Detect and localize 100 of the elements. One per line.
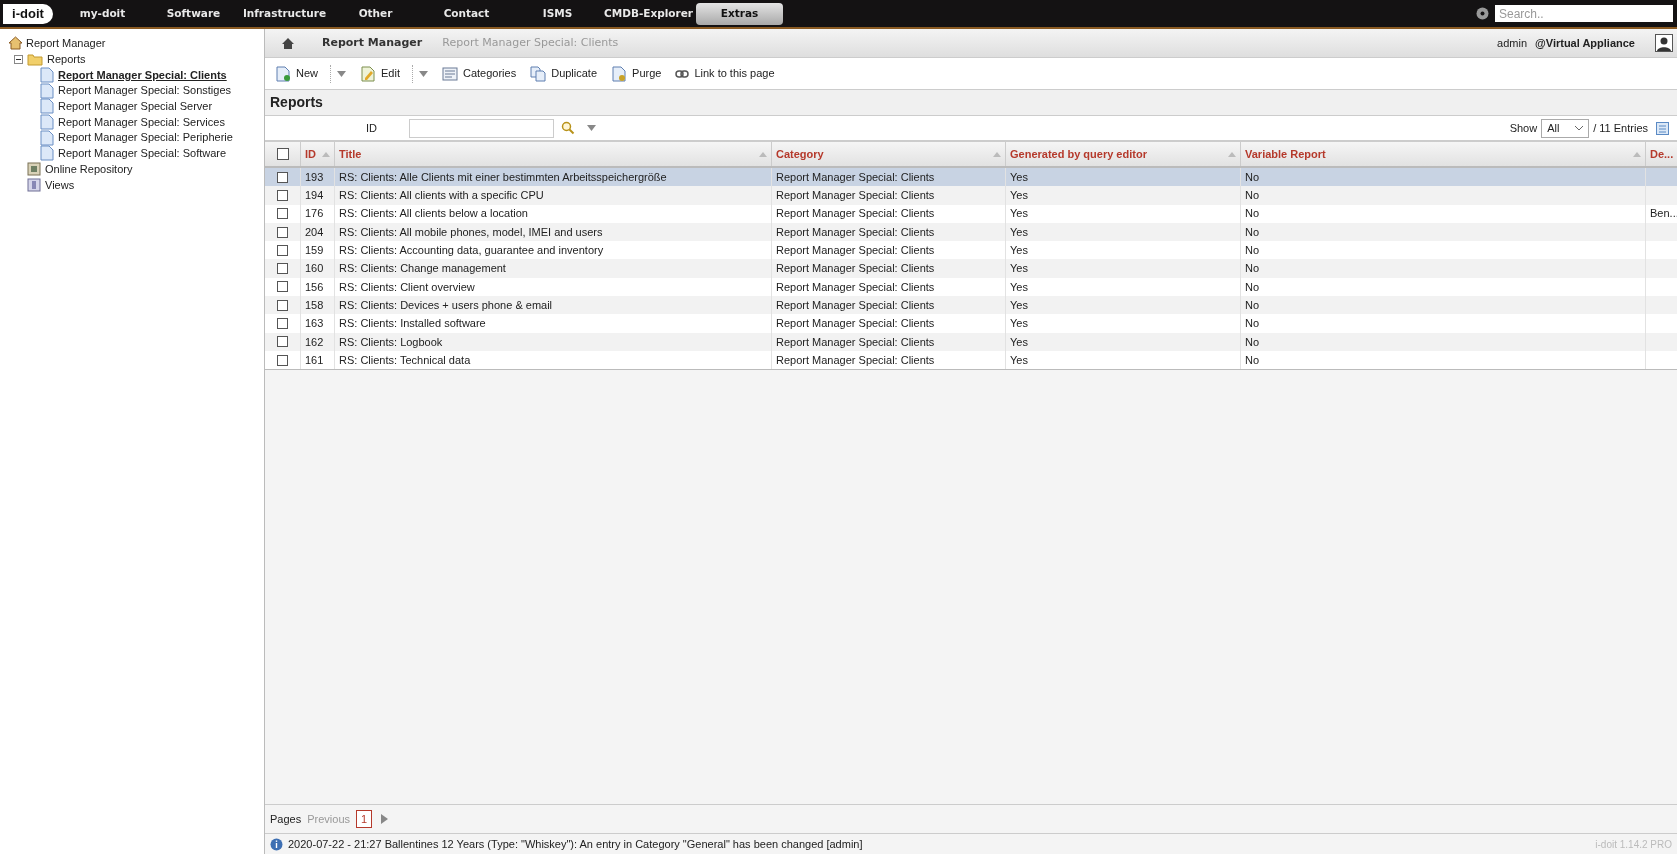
table-cell-text: RS: Clients: Logbook bbox=[339, 334, 443, 350]
purge-document-icon bbox=[611, 65, 628, 82]
table-cell-text: RS: Clients: Installed software bbox=[339, 316, 486, 332]
row-checkbox[interactable] bbox=[277, 189, 288, 201]
table-cell-text: RS: Clients: Change management bbox=[339, 261, 506, 277]
toolbar-button[interactable]: Categories bbox=[442, 65, 517, 82]
page-size-select[interactable]: All bbox=[1541, 118, 1590, 138]
table-row[interactable]: 158 RS: Clients: Devices + users phone & email Report Manager Special: Clients Yes No bbox=[265, 296, 1677, 315]
tree-item[interactable]: Report Manager Special: Clients bbox=[58, 66, 227, 84]
tree-item[interactable]: Online Repository bbox=[45, 160, 133, 178]
table-cell-text: Yes bbox=[1010, 297, 1028, 313]
tree-item[interactable]: Report Manager Special: Software bbox=[58, 145, 227, 162]
user-avatar-icon[interactable] bbox=[1655, 34, 1673, 52]
table-row[interactable]: 193 RS: Clients: Alle Clients mit einer bestimmten Arbeitsspeichergröße Report Manager Special: Clients Yes No bbox=[265, 168, 1677, 187]
home-icon[interactable] bbox=[282, 37, 294, 49]
document-icon bbox=[40, 98, 54, 115]
row-checkbox[interactable] bbox=[277, 208, 288, 220]
toolbar-button[interactable]: Duplicate bbox=[530, 65, 598, 82]
table-cell-text: Yes bbox=[1010, 169, 1028, 185]
column-header[interactable]: Variable Report bbox=[1245, 145, 1326, 163]
views-icon bbox=[27, 178, 41, 193]
column-header[interactable]: Title bbox=[339, 145, 362, 163]
toolbar-button[interactable]: Purge bbox=[611, 65, 662, 82]
table-cell-text: No bbox=[1245, 352, 1260, 368]
toolbar-button[interactable]: Link to this page bbox=[675, 65, 775, 82]
row-checkbox[interactable] bbox=[277, 263, 288, 275]
nav-tab[interactable]: CMDB-Explorer bbox=[605, 2, 692, 25]
collapse-toggle[interactable] bbox=[14, 54, 23, 64]
tree-item[interactable]: Reports bbox=[47, 50, 86, 68]
show-label: Show bbox=[1509, 120, 1538, 136]
table-cell-text: Yes bbox=[1010, 279, 1028, 295]
row-checkbox[interactable] bbox=[277, 299, 288, 311]
search-icon[interactable] bbox=[561, 121, 575, 135]
row-checkbox[interactable] bbox=[277, 281, 288, 293]
caret-icon[interactable] bbox=[419, 70, 428, 77]
row-checkbox[interactable] bbox=[277, 171, 288, 183]
nav-tab[interactable]: ISMS bbox=[514, 2, 601, 25]
page-number[interactable]: 1 bbox=[356, 810, 373, 828]
table-cell-text: Report Manager Special: Clients bbox=[776, 188, 935, 204]
table-cell-text: 160 bbox=[305, 261, 324, 277]
column-header[interactable]: Category bbox=[776, 145, 824, 163]
search-field[interactable]: Search.. bbox=[1495, 5, 1673, 22]
edit-document-icon bbox=[360, 65, 376, 82]
tree-item[interactable]: Report Manager Special Server bbox=[58, 97, 213, 115]
caret-icon[interactable] bbox=[337, 70, 346, 77]
table-cell-text: RS: Clients: All mobile phones, model, IMEI and users bbox=[339, 224, 603, 240]
table-row[interactable]: 160 RS: Clients: Change management Report Manager Special: Clients Yes No bbox=[265, 259, 1677, 278]
table-cell-text: Ben... bbox=[1650, 206, 1677, 222]
table-cell-text: No bbox=[1245, 188, 1260, 204]
table-cell-text: No bbox=[1245, 224, 1260, 240]
info-icon bbox=[270, 837, 283, 851]
table-settings-icon[interactable] bbox=[1656, 121, 1669, 135]
next-page-icon[interactable] bbox=[381, 814, 389, 824]
column-header[interactable]: ID bbox=[305, 145, 316, 163]
table-cell-text: Report Manager Special: Clients bbox=[776, 352, 935, 368]
nav-tab[interactable]: Extras bbox=[696, 2, 783, 25]
logo[interactable]: i-doit bbox=[3, 3, 53, 24]
dropdown-toggle[interactable] bbox=[412, 64, 428, 83]
toolbar-button[interactable]: Edit bbox=[360, 65, 400, 82]
section-title: Reports bbox=[270, 93, 323, 112]
table-cell-text: Yes bbox=[1010, 316, 1028, 332]
table-cell-text: Report Manager Special: Clients bbox=[776, 206, 935, 222]
repository-icon bbox=[27, 162, 41, 177]
nav-tab[interactable]: Other bbox=[332, 2, 419, 25]
tree-root[interactable]: Report Manager bbox=[26, 34, 106, 52]
table-cell-text: No bbox=[1245, 334, 1260, 350]
help-icon[interactable] bbox=[1476, 7, 1489, 20]
table-row[interactable]: 194 RS: Clients: All clients with a specific CPU Report Manager Special: Clients Yes No bbox=[265, 186, 1677, 205]
table-cell-text: No bbox=[1245, 316, 1260, 332]
filter-field[interactable] bbox=[409, 118, 554, 138]
table-cell-text: Yes bbox=[1010, 224, 1028, 240]
column-header[interactable]: Generated by query editor bbox=[1010, 145, 1147, 163]
tree-item[interactable]: Report Manager Special: Sonstiges bbox=[58, 82, 232, 99]
nav-tab[interactable]: my-doit bbox=[59, 2, 146, 25]
tree-item[interactable]: Views bbox=[45, 176, 75, 194]
table-cell-text: RS: Clients: Technical data bbox=[339, 352, 471, 368]
dropdown-toggle[interactable] bbox=[330, 64, 346, 83]
toolbar-button[interactable]: New bbox=[275, 65, 318, 82]
row-checkbox[interactable] bbox=[277, 318, 288, 329]
row-checkbox[interactable] bbox=[277, 336, 288, 348]
row-checkbox[interactable] bbox=[277, 226, 288, 238]
table-cell-text: RS: Clients: All clients below a location bbox=[339, 206, 528, 222]
nav-tab[interactable]: Infrastructure bbox=[241, 2, 328, 25]
table-cell-text: 163 bbox=[305, 316, 324, 332]
breadcrumb-item[interactable]: Report Manager bbox=[322, 34, 423, 52]
column-header[interactable]: De... bbox=[1650, 145, 1674, 163]
row-checkbox[interactable] bbox=[277, 244, 288, 256]
select-all-checkbox[interactable] bbox=[276, 148, 289, 160]
version-label: i-doit 1.14.2 PRO bbox=[1595, 837, 1672, 852]
tree-item[interactable]: Report Manager Special: Services bbox=[58, 113, 225, 131]
row-checkbox[interactable] bbox=[277, 354, 288, 366]
entries-count: / 11 Entries bbox=[1593, 120, 1648, 136]
tree-item[interactable]: Report Manager Special: Peripherie bbox=[58, 129, 233, 146]
breadcrumb-item: Report Manager Special: Clients bbox=[442, 34, 619, 51]
nav-tab[interactable]: Contact bbox=[423, 2, 510, 25]
status-message: 2020-07-22 - 21:27 Ballentines 12 Years (Type: "Whiskey"): An entry in Category "General" has been changed [admin] bbox=[288, 836, 863, 852]
caret-icon[interactable] bbox=[587, 125, 596, 131]
table-cell-text: Yes bbox=[1010, 206, 1028, 222]
nav-tab[interactable]: Software bbox=[150, 2, 237, 25]
table-cell-text: RS: Clients: Accounting data, guarantee and inventory bbox=[339, 243, 604, 259]
